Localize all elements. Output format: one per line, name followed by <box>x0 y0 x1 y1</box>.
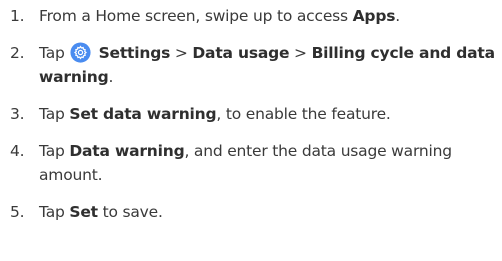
step-text: Tap Settings > Data usage > Billing cycl… <box>39 42 495 86</box>
step-5: 5. Tap Set to save. <box>10 200 500 224</box>
bold-term-set: Set <box>69 203 98 221</box>
bold-term-settings: Settings <box>93 44 171 62</box>
step-1: 1. From a Home screen, swipe up to access… <box>10 4 500 28</box>
step-text: Tap Set data warning, to enable the feat… <box>39 105 391 123</box>
step-number: 5. <box>10 203 25 221</box>
step-text: Tap Set to save. <box>39 203 163 221</box>
step-3: 3. Tap Set data warning, to enable the fe… <box>10 102 500 126</box>
step-number: 4. <box>10 142 25 160</box>
step-4: 4. Tap Data warning, and enter the data u… <box>10 139 500 187</box>
bold-term-data-usage: Data usage <box>192 44 290 62</box>
step-number: 1. <box>10 7 25 25</box>
step-number: 2. <box>10 44 25 62</box>
settings-gear-icon <box>70 42 91 63</box>
step-number: 3. <box>10 105 25 123</box>
step-text: Tap Data warning, and enter the data usa… <box>39 142 452 184</box>
instruction-steps: 1. From a Home screen, swipe up to access… <box>10 4 500 237</box>
step-text: From a Home screen, swipe up to access A… <box>39 7 400 25</box>
bold-term-data-warning: Data warning <box>69 142 185 160</box>
bold-term-set-data-warning: Set data warning <box>69 105 217 123</box>
bold-term-apps: Apps <box>352 7 396 25</box>
step-2: 2. Tap Settings > Data usage > Billing cy… <box>10 41 500 89</box>
